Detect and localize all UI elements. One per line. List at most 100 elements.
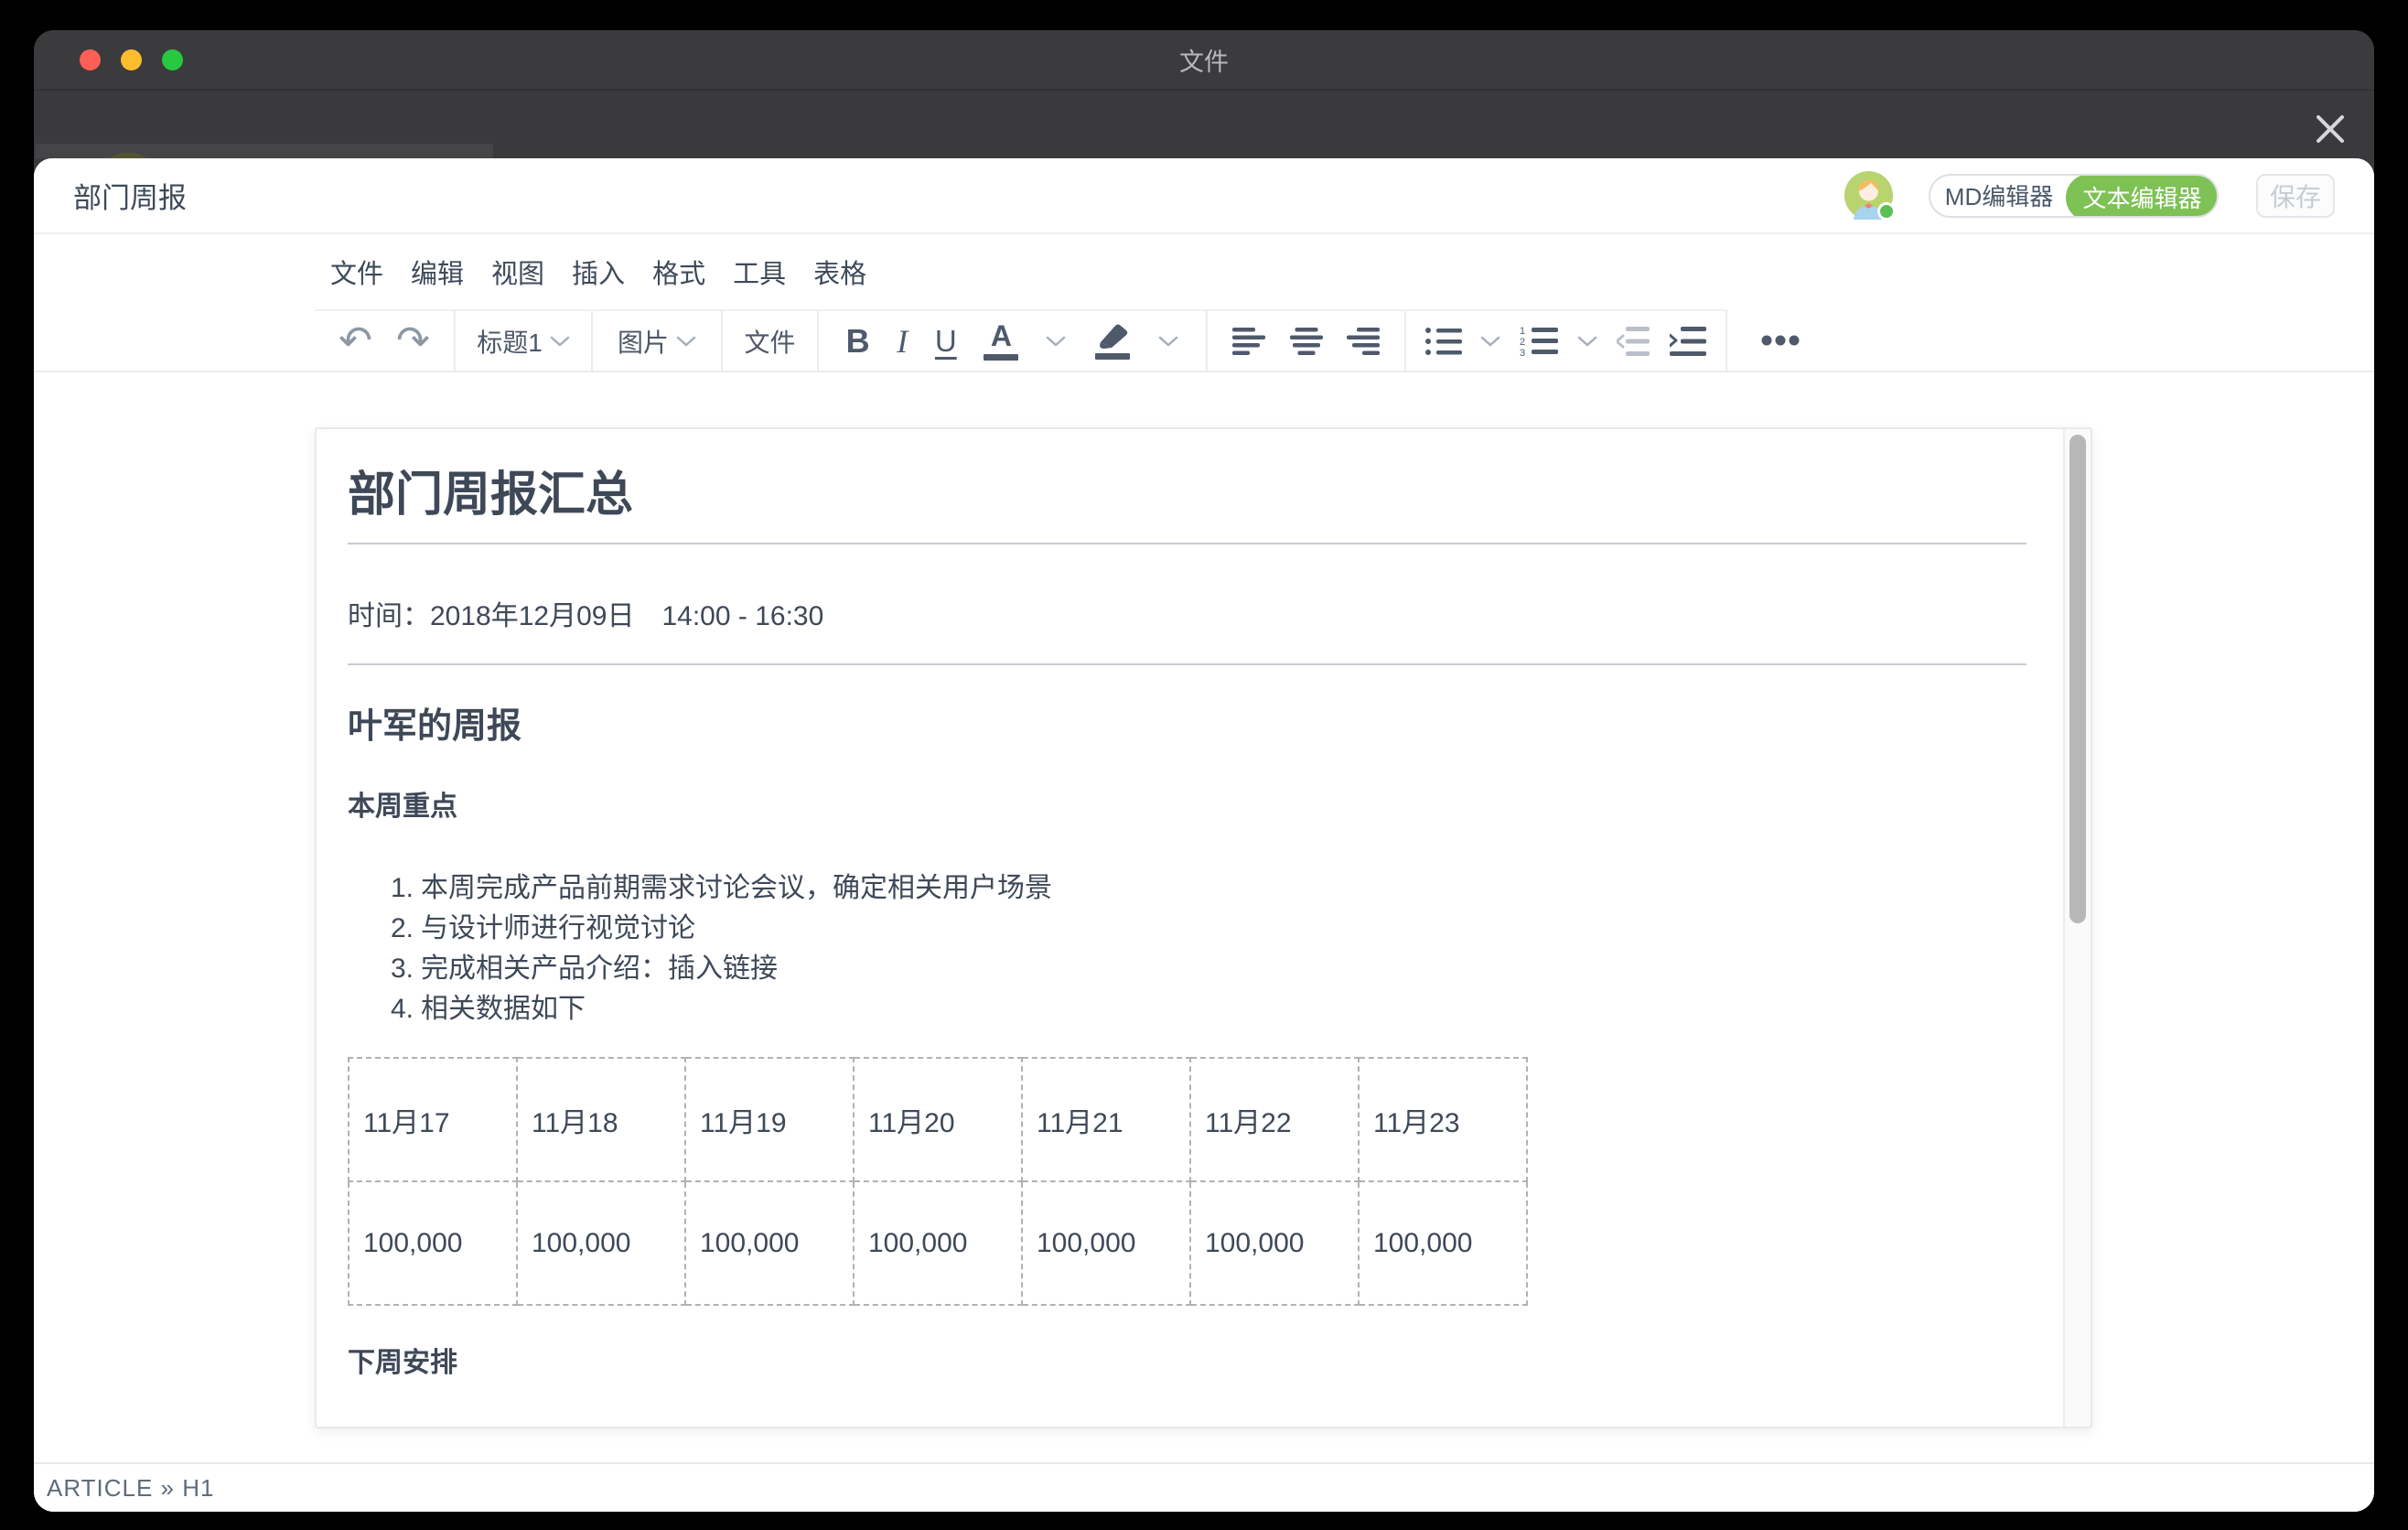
numbered-list-chevron[interactable] <box>1577 335 1597 348</box>
doc-ordered-list: 1.本周完成产品前期需求讨论会议，确定相关用户场景 2.与设计师进行视觉讨论 3… <box>348 868 2026 1029</box>
align-right-icon <box>1347 328 1380 355</box>
align-center-icon <box>1290 328 1323 355</box>
md-editor-button[interactable]: MD编辑器 <box>1930 176 2068 216</box>
list-item-number: 2. <box>391 909 421 949</box>
editor-content-area: 部门周报汇总 时间：2018年12月09日 14:00 - 16:30 叶军的周… <box>34 372 2374 1512</box>
list-item-text: 与设计师进行视觉讨论 <box>421 909 695 949</box>
titlebar: 文件 <box>34 30 2374 91</box>
chevron-down-icon <box>550 335 570 348</box>
align-left-button[interactable] <box>1232 328 1265 355</box>
table-cell[interactable]: 100,000 <box>1022 1181 1190 1305</box>
text-editor-button[interactable]: 文本编辑器 <box>2066 174 2219 218</box>
list-item-number: 3. <box>391 949 421 989</box>
numbered-list-icon: 1 2 3 <box>1520 326 1558 357</box>
scrollbar-thumb[interactable] <box>2069 435 2086 923</box>
table-cell[interactable]: 100,000 <box>685 1181 854 1305</box>
outdent-icon <box>1617 327 1651 356</box>
highlight-button[interactable] <box>1093 322 1132 360</box>
numbered-list-button[interactable]: 1 2 3 <box>1520 326 1558 357</box>
data-table[interactable]: 11月17 11月18 11月19 11月20 11月21 11月22 11月2… <box>348 1057 1528 1306</box>
toolbar: ↶ ↷ 标题1 图片 文件 <box>34 309 2374 372</box>
menu-insert[interactable]: 插入 <box>572 253 625 291</box>
align-left-icon <box>1232 328 1265 355</box>
background-page-fragment <box>36 144 493 158</box>
bullet-list-button[interactable] <box>1425 327 1462 356</box>
table-cell[interactable]: 100,000 <box>517 1181 685 1305</box>
document-card[interactable]: 部门周报汇总 时间：2018年12月09日 14:00 - 16:30 叶军的周… <box>315 427 2092 1428</box>
history-group: ↶ ↷ <box>315 311 454 371</box>
doc-heading-1: 部门周报汇总 <box>348 462 2026 528</box>
table-cell[interactable]: 100,000 <box>1190 1181 1359 1305</box>
align-group <box>1206 311 1404 371</box>
image-dropdown[interactable]: 图片 <box>618 323 696 360</box>
menu-format[interactable]: 格式 <box>652 253 705 291</box>
align-center-button[interactable] <box>1290 328 1323 355</box>
font-color-bar <box>984 354 1018 361</box>
document-body[interactable]: 部门周报汇总 时间：2018年12月09日 14:00 - 16:30 叶军的周… <box>317 429 2063 1427</box>
toolbar-box: ↶ ↷ 标题1 图片 文件 <box>315 309 1727 371</box>
table-cell[interactable]: 11月21 <box>1022 1058 1190 1181</box>
save-button[interactable]: 保存 <box>2256 174 2335 218</box>
outdent-button[interactable] <box>1617 327 1651 356</box>
document-title: 部门周报 <box>73 175 1844 216</box>
doc-subsection-week: 本周重点 <box>348 788 2026 826</box>
more-tools-button[interactable] <box>1761 309 1803 371</box>
table-cell[interactable]: 100,000 <box>854 1181 1022 1305</box>
heading-dropdown[interactable]: 标题1 <box>477 323 570 360</box>
underline-button[interactable]: U <box>935 324 957 359</box>
close-icon[interactable] <box>2305 103 2356 155</box>
table-cell[interactable]: 11月20 <box>854 1058 1022 1181</box>
header-actions: MD编辑器 文本编辑器 保存 <box>1844 171 2335 220</box>
bold-button[interactable]: B <box>846 322 870 361</box>
doc-section-title: 叶军的周报 <box>348 707 2026 746</box>
table-cell[interactable]: 11月18 <box>517 1058 685 1181</box>
table-row: 100,000 100,000 100,000 100,000 100,000 … <box>349 1181 1527 1305</box>
chevron-down-icon <box>1046 335 1066 348</box>
image-dropdown-label: 图片 <box>618 323 669 360</box>
table-cell[interactable]: 11月23 <box>1359 1058 1527 1181</box>
list-item-text: 本周完成产品前期需求讨论会议，确定相关用户场景 <box>421 868 1052 909</box>
chevron-down-icon <box>1480 335 1500 348</box>
divider <box>348 543 2026 544</box>
highlight-chevron[interactable] <box>1158 335 1178 348</box>
svg-text:2: 2 <box>1520 337 1525 348</box>
table-cell[interactable]: 11月22 <box>1190 1058 1359 1181</box>
indent-button[interactable] <box>1670 327 1706 356</box>
font-color-chevron[interactable] <box>1046 335 1066 348</box>
indent-icon <box>1670 327 1706 356</box>
menu-view[interactable]: 视图 <box>491 253 544 291</box>
scrollbar-track[interactable] <box>2063 429 2091 1427</box>
list-item-text: 完成相关产品介绍：插入链接 <box>421 949 778 989</box>
avatar[interactable] <box>1844 171 1893 220</box>
list-item: 3.完成相关产品介绍：插入链接 <box>348 949 2026 989</box>
menu-file[interactable]: 文件 <box>330 253 383 291</box>
svg-text:3: 3 <box>1520 348 1525 357</box>
bullet-list-chevron[interactable] <box>1480 335 1500 348</box>
editor-modal-window: 文件 部门周报 <box>34 30 2374 1512</box>
table-cell[interactable]: 100,000 <box>349 1181 517 1305</box>
file-group: 文件 <box>721 311 817 371</box>
bullet-list-icon <box>1425 327 1462 356</box>
chevron-down-icon <box>1158 335 1178 348</box>
heading-group: 标题1 <box>454 311 591 371</box>
table-cell[interactable]: 100,000 <box>1359 1181 1527 1305</box>
font-color-button[interactable]: A <box>984 321 1018 361</box>
menu-edit[interactable]: 编辑 <box>411 253 464 291</box>
table-cell[interactable]: 11月19 <box>685 1058 854 1181</box>
undo-button[interactable]: ↶ <box>339 321 372 361</box>
element-path-breadcrumb: ARTICLE » H1 <box>47 1474 214 1503</box>
menu-tools[interactable]: 工具 <box>733 253 786 291</box>
menu-bar: 文件 编辑 视图 插入 格式 工具 表格 <box>34 234 2374 309</box>
chevron-down-icon <box>1577 335 1597 348</box>
list-item-number: 1. <box>391 868 421 909</box>
divider <box>348 663 2026 665</box>
italic-button[interactable]: I <box>897 322 908 361</box>
file-attach-button[interactable]: 文件 <box>744 323 795 360</box>
list-item: 4.相关数据如下 <box>348 989 2026 1029</box>
table-cell[interactable]: 11月17 <box>349 1058 517 1181</box>
list-item-text: 相关数据如下 <box>421 989 586 1029</box>
panel-header: 部门周报 MD编辑器 文本编辑器 保存 <box>34 158 2374 234</box>
align-right-button[interactable] <box>1347 328 1380 355</box>
redo-button[interactable]: ↷ <box>396 321 430 361</box>
menu-table[interactable]: 表格 <box>813 253 866 291</box>
